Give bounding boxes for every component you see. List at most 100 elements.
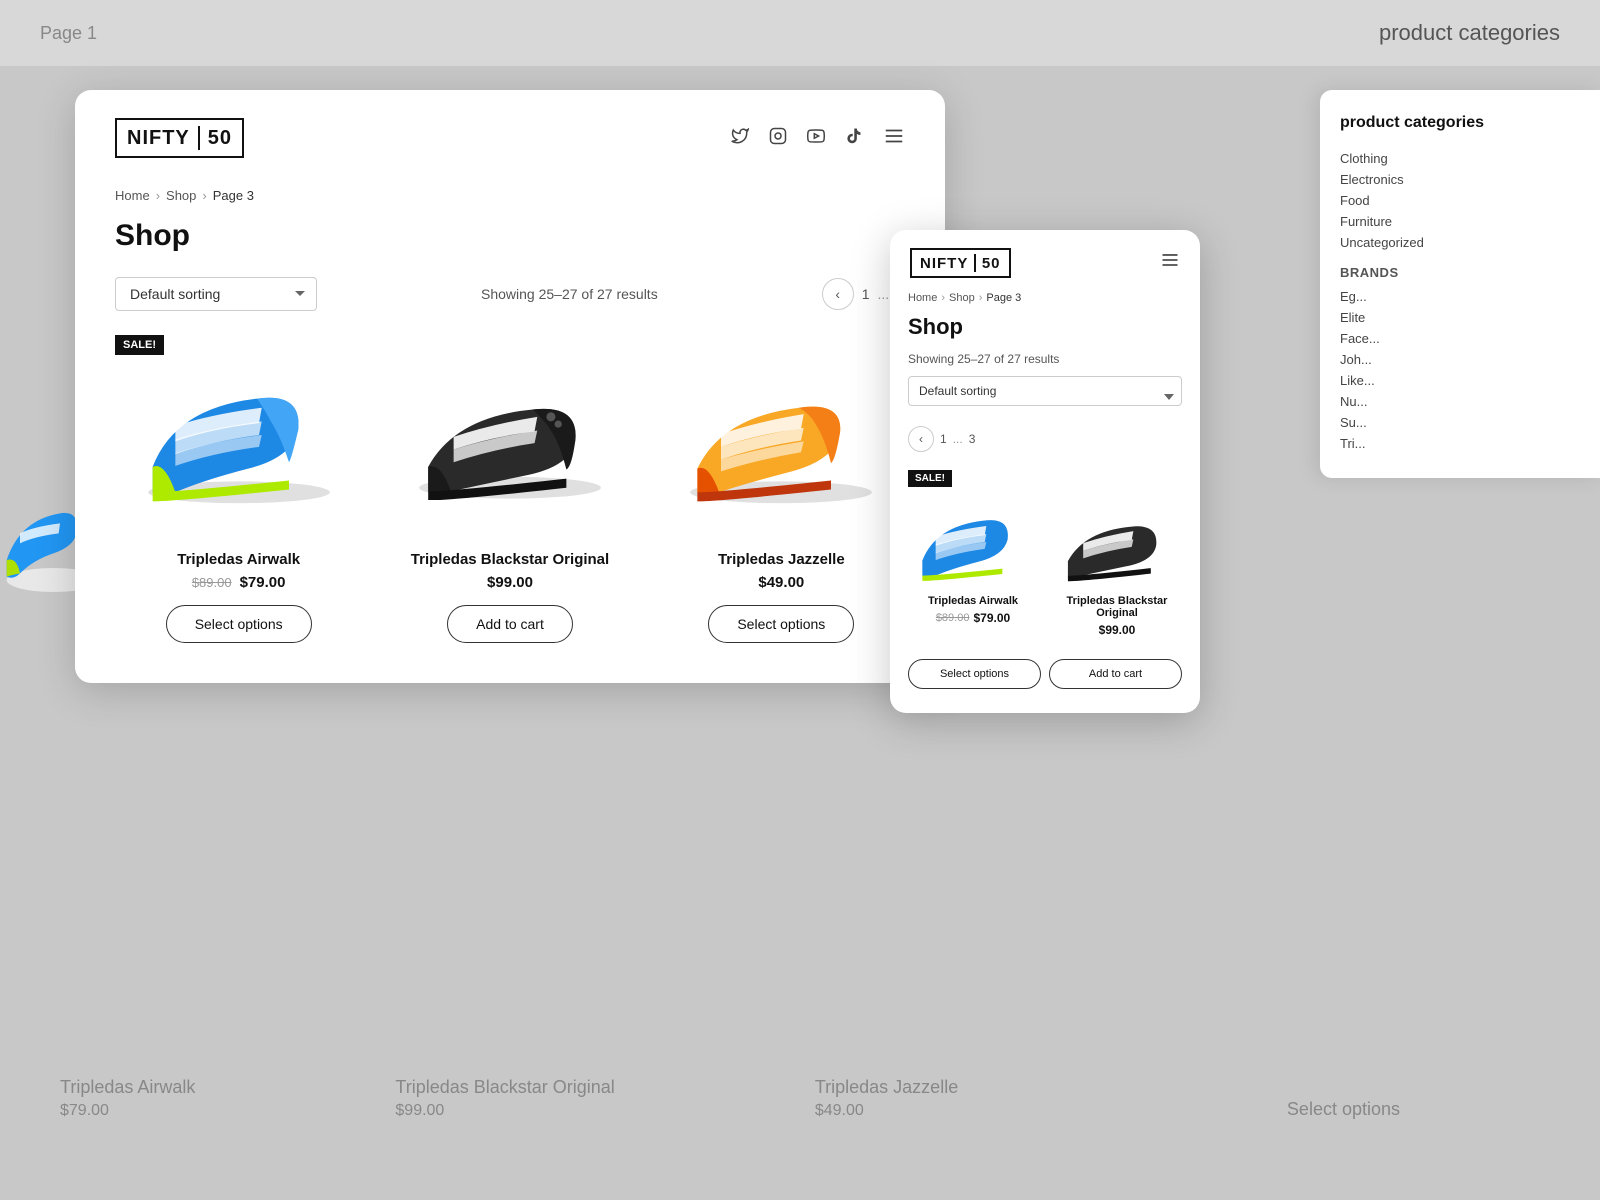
sidebar-brand-tri[interactable]: Tri... (1340, 433, 1580, 454)
sidebar-brand-su[interactable]: Su... (1340, 412, 1580, 433)
select-options-jazzelle[interactable]: Select options (708, 605, 854, 643)
breadcrumb-shop-small[interactable]: Shop (949, 292, 975, 304)
product-name-blackstar: Tripledas Blackstar Original (411, 551, 609, 568)
sidebar-brand-like[interactable]: Like... (1340, 370, 1580, 391)
pagination-page3-small[interactable]: 3 (969, 432, 976, 446)
product-name-airwalk: Tripledas Airwalk (177, 551, 300, 568)
header-icons (731, 125, 905, 152)
product-card-blackstar: Tripledas Blackstar Original $99.00 Add … (386, 335, 633, 643)
tiktok-icon[interactable] (845, 127, 863, 150)
bg-product2-price: $99.00 (395, 1102, 614, 1120)
page-title-small: Shop (908, 314, 1182, 340)
bg-categories-label: product categories (1379, 20, 1560, 46)
products-grid-large: SALE! Tripledas Airwalk $89.0 (115, 335, 905, 643)
product-name-airwalk-small: Tripledas Airwalk (928, 595, 1018, 607)
pagination-prev-small[interactable]: ‹ (908, 426, 934, 452)
modal-small: NIFTY 50 Home › Shop › Page 3 Shop Showi… (890, 230, 1200, 713)
logo-part1: NIFTY (127, 127, 190, 150)
add-to-cart-blackstar[interactable]: Add to cart (447, 605, 573, 643)
sidebar-brand-face[interactable]: Face... (1340, 328, 1580, 349)
bg-product3-price: $49.00 (815, 1102, 958, 1120)
product-image-airwalk (115, 335, 362, 535)
price-regular-blackstar: $99.00 (487, 574, 533, 591)
pagination-dots-small: ... (953, 432, 963, 446)
sidebar-brand-eg[interactable]: Eg... (1340, 286, 1580, 307)
breadcrumb-current-small: Page 3 (986, 292, 1021, 304)
bg-product1-name: Tripledas Airwalk (60, 1077, 195, 1098)
breadcrumb-home-small[interactable]: Home (908, 292, 937, 304)
youtube-icon[interactable] (807, 127, 825, 150)
sidebar-item-electronics[interactable]: Electronics (1340, 169, 1580, 190)
sidebar-panel: product categories Clothing Electronics … (1320, 90, 1600, 478)
modal-large-body: Home › Shop › Page 3 Shop Default sortin… (75, 188, 945, 683)
breadcrumb-sep1-small: › (941, 292, 945, 304)
page-title-large: Shop (115, 219, 905, 253)
select-options-small[interactable]: Select options (908, 659, 1041, 689)
sort-wrapper-small: Default sorting (908, 376, 1182, 418)
logo-large: NIFTY 50 (115, 118, 244, 158)
product-card-airwalk-small: Tripledas Airwalk $89.00 $79.00 (908, 497, 1038, 645)
sidebar-item-furniture[interactable]: Furniture (1340, 211, 1580, 232)
product-card-airwalk: SALE! Tripledas Airwalk $89.0 (115, 335, 362, 643)
product-price-jazzelle: $49.00 (758, 574, 804, 591)
pagination-page1-small[interactable]: 1 (940, 432, 947, 446)
price-regular-jazzelle: $49.00 (758, 574, 804, 591)
sidebar-brands-title: brands (1340, 265, 1580, 280)
breadcrumb-shop[interactable]: Shop (166, 188, 196, 203)
menu-icon[interactable] (883, 125, 905, 152)
breadcrumb-home[interactable]: Home (115, 188, 150, 203)
breadcrumb-large: Home › Shop › Page 3 (115, 188, 905, 203)
price-sale-airwalk-small: $79.00 (973, 611, 1010, 625)
logo-small-divider (974, 254, 976, 272)
bg-top-bar: Page 1 product categories (0, 0, 1600, 66)
add-to-cart-small[interactable]: Add to cart (1049, 659, 1182, 689)
sort-select-large[interactable]: Default sorting Sort by popularity Sort … (115, 277, 317, 311)
product-name-jazzelle: Tripledas Jazzelle (718, 551, 845, 568)
select-options-airwalk[interactable]: Select options (166, 605, 312, 643)
pagination-small: ‹ 1 ... 3 (908, 426, 1182, 452)
sidebar-brand-elite[interactable]: Elite (1340, 307, 1580, 328)
modal-large: NIFTY 50 Home › Shop (75, 90, 945, 683)
products-grid-small: Tripledas Airwalk $89.00 $79.00 Tripleda (908, 497, 1182, 645)
bg-select-options: Select options (1287, 1099, 1400, 1120)
bg-product3-name: Tripledas Jazzelle (815, 1077, 958, 1098)
sidebar-title: product categories (1340, 114, 1580, 132)
left-edge-shoe (0, 450, 80, 650)
price-original-airwalk: $89.00 (192, 575, 232, 590)
sidebar-brand-nu[interactable]: Nu... (1340, 391, 1580, 412)
breadcrumb-sep2: › (202, 188, 206, 203)
product-card-blackstar-small: Tripledas Blackstar Original $99.00 (1052, 497, 1182, 645)
sale-badge-airwalk: SALE! (115, 335, 164, 355)
logo-part2: 50 (208, 127, 232, 150)
sidebar-brand-joh[interactable]: Joh... (1340, 349, 1580, 370)
logo-small-part2: 50 (982, 255, 1001, 272)
product-btns-row-small: Select options Add to cart (908, 659, 1182, 689)
bg-bottom-products: Tripledas Airwalk $79.00 Tripledas Black… (60, 1077, 960, 1120)
breadcrumb-current: Page 3 (213, 188, 254, 203)
sidebar-item-food[interactable]: Food (1340, 190, 1580, 211)
product-image-blackstar-small (1052, 497, 1182, 587)
bg-product1-price: $79.00 (60, 1102, 195, 1120)
product-price-airwalk: $89.00 $79.00 (192, 574, 286, 591)
sale-badge-small: SALE! (908, 470, 952, 487)
sidebar-item-clothing[interactable]: Clothing (1340, 148, 1580, 169)
sidebar-item-uncategorized[interactable]: Uncategorized (1340, 232, 1580, 253)
product-name-blackstar-small: Tripledas Blackstar Original (1052, 595, 1182, 619)
pagination-page1-large[interactable]: 1 (862, 286, 870, 302)
sort-select-small[interactable]: Default sorting (908, 376, 1182, 406)
hamburger-small[interactable] (1160, 250, 1180, 276)
modal-small-header: NIFTY 50 (890, 230, 1200, 292)
twitter-icon[interactable] (731, 127, 749, 150)
product-card-jazzelle: Tripledas Jazzelle $49.00 Select options (658, 335, 905, 643)
logo-divider (198, 126, 200, 150)
product-image-blackstar (386, 335, 633, 535)
bg-product2-name: Tripledas Blackstar Original (395, 1077, 614, 1098)
product-image-airwalk-small (908, 497, 1038, 587)
results-text-large: Showing 25–27 of 27 results (481, 286, 658, 302)
pagination-prev-large[interactable]: ‹ (822, 278, 854, 310)
instagram-icon[interactable] (769, 127, 787, 150)
price-sale-airwalk: $79.00 (240, 574, 286, 591)
breadcrumb-sep1: › (156, 188, 160, 203)
price-regular-blackstar-small: $99.00 (1099, 623, 1136, 637)
price-original-airwalk-small: $89.00 (936, 612, 970, 624)
